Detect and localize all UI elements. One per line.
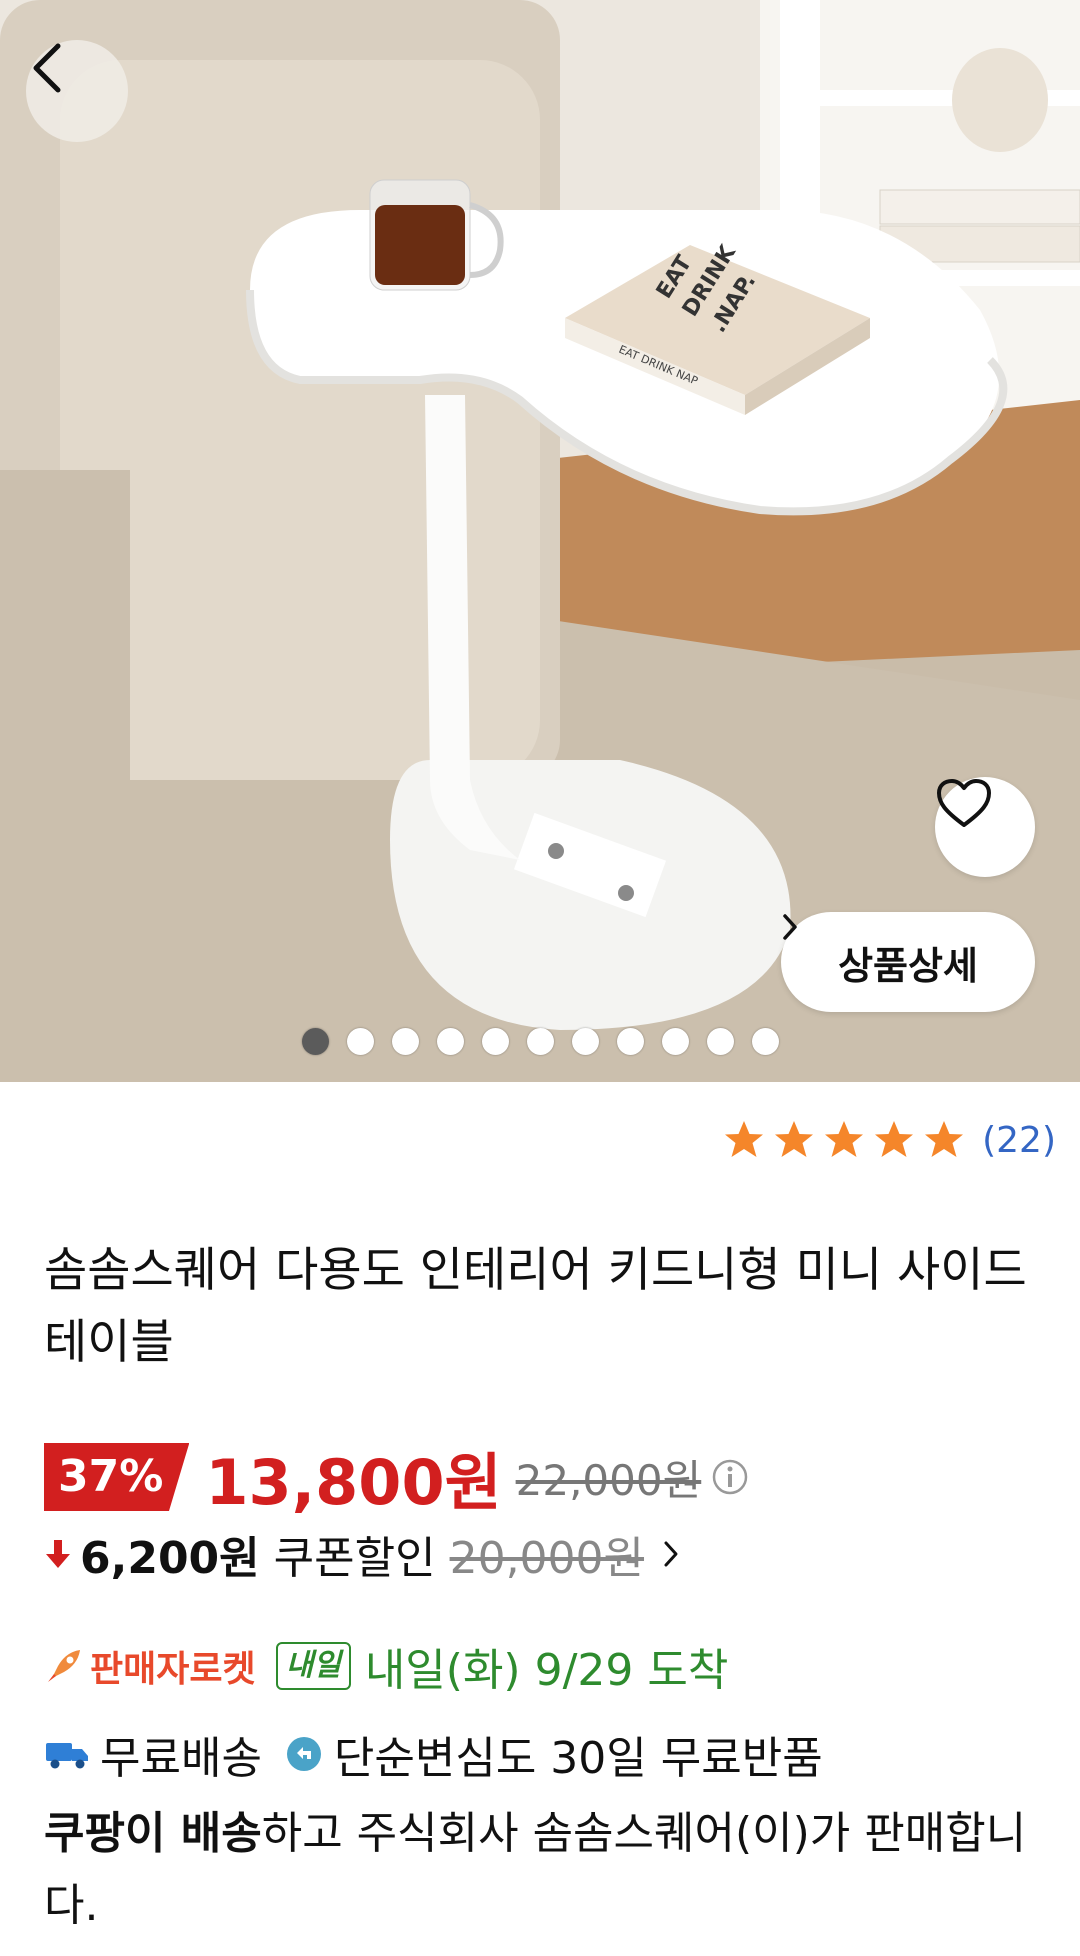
star-icon <box>925 1121 964 1157</box>
pagination-dot[interactable] <box>616 1028 644 1055</box>
heart-icon <box>937 779 991 827</box>
chevron-left-icon <box>33 43 61 93</box>
pagination-dot[interactable] <box>706 1028 734 1055</box>
shipping-row: 무료배송 단순변심도 30일 무료반품 <box>44 1722 823 1786</box>
coupon-amount: 6,200원 <box>80 1533 260 1584</box>
tomorrow-badge: 내일 <box>275 1642 351 1690</box>
arrival-date: 내일(화) 9/29 도착 <box>364 1645 729 1696</box>
chevron-right-icon <box>664 1541 678 1567</box>
price-row: 37% 13,800원 22,000원 <box>44 1432 749 1522</box>
review-count[interactable]: (22) <box>982 1120 1056 1161</box>
down-arrow-icon <box>46 1540 70 1568</box>
product-detail-label: 상품상세 <box>838 943 978 988</box>
pagination-dot[interactable] <box>571 1028 599 1055</box>
pagination-dot[interactable] <box>436 1028 464 1055</box>
coupon-original-price: 20,000원 <box>449 1533 645 1584</box>
rating-summary[interactable]: (22) <box>722 1118 1056 1162</box>
seller-rocket-badge: 판매자로켓 <box>90 1649 256 1690</box>
free-shipping-text: 무료배송 <box>100 1733 262 1784</box>
pagination-dot[interactable] <box>301 1028 329 1055</box>
sale-price: 13,800원 <box>205 1446 502 1519</box>
product-image-gallery[interactable]: EAT DRINK .NAP. EAT DRINK NAP 상품상세 <box>0 0 1080 1082</box>
original-price: 22,000원 <box>515 1455 702 1505</box>
pagination-dot[interactable] <box>346 1028 374 1055</box>
pagination-dot[interactable] <box>391 1028 419 1055</box>
gallery-pagination <box>0 1028 1080 1055</box>
pagination-dot[interactable] <box>751 1028 779 1055</box>
info-icon[interactable] <box>711 1458 749 1496</box>
coupon-label: 쿠폰할인 <box>273 1533 436 1584</box>
coupon-row[interactable]: 6,200원 쿠폰할인 20,000원 <box>44 1522 680 1586</box>
discount-badge: 37% <box>44 1443 190 1511</box>
seller-bold-text: 쿠팡이 배송 <box>44 1808 262 1859</box>
rocket-icon <box>48 1650 80 1682</box>
pagination-dot[interactable] <box>526 1028 554 1055</box>
star-icon <box>725 1121 764 1157</box>
returns-text: 단순변심도 30일 무료반품 <box>333 1733 823 1784</box>
wishlist-button[interactable] <box>935 777 1035 877</box>
pagination-dot[interactable] <box>661 1028 689 1055</box>
pagination-dot[interactable] <box>481 1028 509 1055</box>
return-icon <box>286 1737 321 1771</box>
truck-icon <box>46 1743 88 1769</box>
seller-info: 쿠팡이 배송하고 주식회사 솜솜스퀘어(이)가 판매합니다. <box>44 1798 1054 1942</box>
chevron-right-icon <box>783 914 797 940</box>
product-title: 솜솜스퀘어 다용도 인테리어 키드니형 미니 사이드 테이블 <box>44 1243 1027 1370</box>
delivery-row: 판매자로켓 내일 내일(화) 9/29 도착 <box>44 1634 728 1698</box>
star-icon <box>875 1121 914 1157</box>
product-detail-button[interactable]: 상품상세 <box>781 912 1035 1012</box>
back-button[interactable] <box>26 40 128 142</box>
star-icon <box>775 1121 814 1157</box>
star-icon <box>825 1121 864 1157</box>
